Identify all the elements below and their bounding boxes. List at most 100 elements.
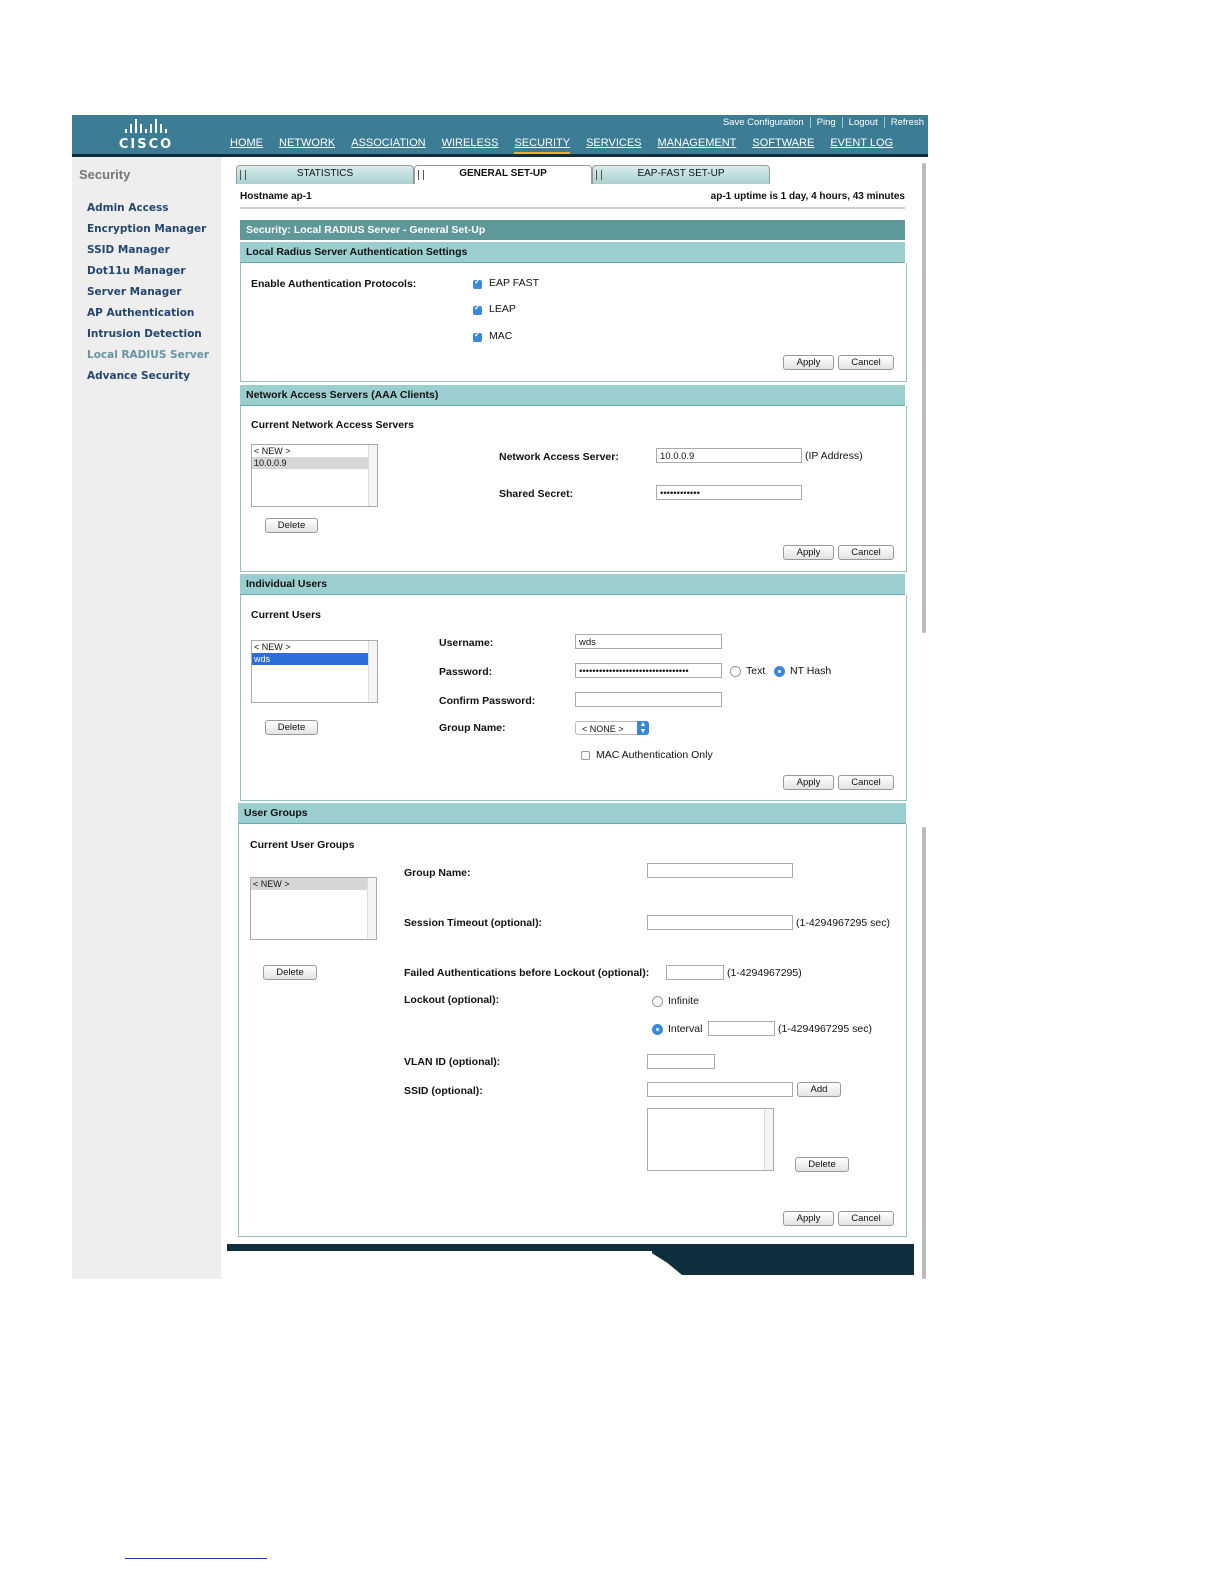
page-scrollbar[interactable] (922, 163, 926, 633)
tab-grip-icon (418, 170, 424, 180)
eap-fast-label: EAP FAST (489, 277, 539, 289)
ssid-list[interactable] (647, 1108, 774, 1171)
logo-text: CISCO (118, 137, 174, 152)
cancel-button[interactable]: Cancel (838, 355, 894, 370)
cancel-button[interactable]: Cancel (838, 775, 894, 790)
tab-statistics[interactable]: STATISTICS (236, 165, 414, 184)
refresh-link[interactable]: Refresh (885, 117, 924, 128)
delete-group-button[interactable]: Delete (263, 965, 317, 980)
password-input[interactable]: ••••••••••••••••••••••••••••••••• (575, 663, 722, 678)
confirm-password-input[interactable] (575, 692, 722, 707)
sidebar-item-encryption-manager[interactable]: Encryption Manager (87, 223, 206, 235)
mac-auth-only-checkbox[interactable] (581, 751, 590, 760)
uptime: ap-1 uptime is 1 day, 4 hours, 43 minute… (710, 191, 905, 202)
page-scrollbar[interactable] (922, 827, 926, 1279)
group-name-select[interactable]: < NONE > ▲ ▼ (575, 721, 649, 735)
shared-secret-label: Shared Secret: (499, 488, 574, 500)
session-timeout-input[interactable] (647, 915, 793, 930)
tab-general-setup[interactable]: GENERAL SET-UP (414, 165, 592, 184)
users-list[interactable]: < NEW > wds (251, 640, 378, 703)
list-item[interactable]: 10.0.0.9 (252, 457, 368, 469)
apply-button[interactable]: Apply (783, 545, 834, 560)
group-name-value: < NONE > (582, 724, 624, 734)
lockout-label: Lockout (optional): (404, 994, 500, 1006)
password-nthash-radio[interactable] (774, 666, 785, 677)
tab-eap-fast-setup[interactable]: EAP-FAST SET-UP (592, 165, 770, 184)
current-nas-label: Current Network Access Servers (251, 419, 415, 431)
sidebar-item-local-radius-server[interactable]: Local RADIUS Server (87, 349, 209, 361)
ssid-label: SSID (optional): (404, 1085, 483, 1097)
apply-button[interactable]: Apply (783, 775, 834, 790)
leap-checkbox[interactable] (473, 303, 482, 315)
sidebar-item-intrusion-detection[interactable]: Intrusion Detection (87, 328, 202, 340)
apply-button[interactable]: Apply (783, 355, 834, 370)
section-users-heading: Individual Users (240, 574, 905, 595)
section-auth-settings-heading: Local Radius Server Authentication Setti… (240, 242, 905, 263)
cisco-logo: CISCO (116, 119, 176, 153)
mac-checkbox[interactable] (473, 330, 482, 342)
nav-management[interactable]: MANAGEMENT (658, 137, 737, 155)
auth-settings-panel: Enable Authentication Protocols: EAP FAS… (240, 263, 907, 382)
nas-list[interactable]: < NEW > 10.0.0.9 (251, 444, 378, 507)
section-groups-heading: User Groups (238, 803, 906, 824)
nav-event-log[interactable]: EVENT LOG (830, 137, 893, 155)
nav-association[interactable]: ASSOCIATION (351, 137, 425, 155)
ping-link[interactable]: Ping (811, 117, 843, 128)
sidebar-item-server-manager[interactable]: Server Manager (87, 286, 182, 298)
password-text-label: Text (746, 665, 766, 677)
cancel-button[interactable]: Cancel (838, 1211, 894, 1226)
main-nav: HOME NETWORK ASSOCIATION WIRELESS SECURI… (230, 137, 893, 155)
session-timeout-label: Session Timeout (optional): (404, 917, 543, 929)
delete-user-button[interactable]: Delete (265, 720, 318, 735)
lockout-interval-input[interactable] (708, 1021, 775, 1036)
confirm-password-label: Confirm Password: (439, 695, 536, 707)
tab-grip-icon (596, 170, 602, 180)
list-item[interactable]: < NEW > (252, 641, 377, 653)
list-item[interactable]: < NEW > (252, 445, 377, 457)
nas-server-input[interactable]: 10.0.0.9 (656, 448, 802, 463)
eap-fast-checkbox[interactable] (473, 277, 482, 289)
shared-secret-input[interactable]: •••••••••••• (656, 485, 802, 500)
save-configuration-link[interactable]: Save Configuration (717, 117, 811, 128)
sidebar-item-dot11u-manager[interactable]: Dot11u Manager (87, 265, 186, 277)
delete-ssid-button[interactable]: Delete (795, 1157, 849, 1172)
list-item[interactable]: < NEW > (251, 878, 367, 890)
nav-security[interactable]: SECURITY (514, 137, 571, 155)
nas-panel: Current Network Access Servers < NEW > 1… (240, 406, 907, 572)
apply-button[interactable]: Apply (783, 1211, 834, 1226)
failed-auth-input[interactable] (666, 965, 724, 980)
list-scrollbar[interactable] (764, 1109, 773, 1170)
list-item[interactable]: wds (252, 653, 368, 665)
password-text-radio[interactable] (730, 666, 741, 677)
enable-protocols-label: Enable Authentication Protocols: (251, 278, 417, 290)
select-arrows-icon: ▲ ▼ (637, 721, 649, 735)
cancel-button[interactable]: Cancel (838, 545, 894, 560)
list-scrollbar[interactable] (368, 641, 377, 702)
sidebar-item-ap-authentication[interactable]: AP Authentication (87, 307, 194, 319)
add-ssid-button[interactable]: Add (797, 1082, 841, 1097)
lockout-interval-radio[interactable] (652, 1024, 663, 1035)
current-groups-label: Current User Groups (250, 839, 355, 851)
sidebar-item-ssid-manager[interactable]: SSID Manager (87, 244, 170, 256)
tab-label: GENERAL SET-UP (459, 168, 547, 179)
ssid-input[interactable] (647, 1082, 793, 1097)
delete-nas-button[interactable]: Delete (265, 518, 318, 533)
app-window: CISCO Save Configuration Ping Logout Ref… (72, 115, 928, 1279)
nav-services[interactable]: SERVICES (586, 137, 641, 155)
group-name-input[interactable] (647, 863, 793, 878)
group-name-label: Group Name: (404, 867, 471, 879)
sidebar-item-admin-access[interactable]: Admin Access (87, 202, 169, 214)
sidebar-item-advance-security[interactable]: Advance Security (87, 370, 190, 382)
groups-list[interactable]: < NEW > (250, 877, 377, 940)
logout-link[interactable]: Logout (843, 117, 885, 128)
username-input[interactable]: wds (575, 634, 722, 649)
list-scrollbar[interactable] (368, 445, 377, 506)
lockout-infinite-radio[interactable] (652, 996, 663, 1007)
nav-network[interactable]: NETWORK (279, 137, 335, 155)
nav-wireless[interactable]: WIRELESS (442, 137, 499, 155)
list-scrollbar[interactable] (367, 878, 376, 939)
vlan-id-input[interactable] (647, 1054, 715, 1069)
failed-auth-label: Failed Authentications before Lockout (o… (404, 967, 650, 979)
nav-software[interactable]: SOFTWARE (752, 137, 814, 155)
nav-home[interactable]: HOME (230, 137, 263, 155)
